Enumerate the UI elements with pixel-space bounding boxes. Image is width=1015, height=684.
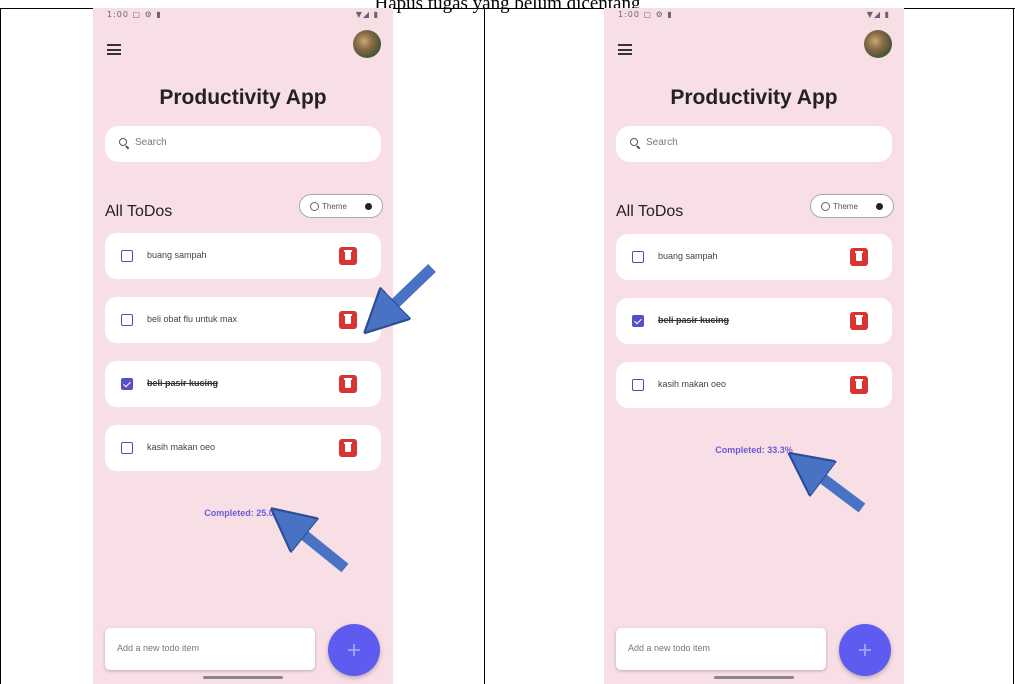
- search-icon: [630, 138, 640, 148]
- gesture-nav-handle[interactable]: [203, 676, 283, 679]
- theme-toggle-button[interactable]: Theme: [810, 194, 894, 218]
- frame-left-line: [0, 8, 1, 684]
- todo-label: beli pasir kucing: [147, 378, 219, 388]
- search-placeholder: Search: [135, 137, 167, 148]
- phone-screen-after: 1:00 ▢ ⚙ ▮ ▼◢ ▮ Productivity App Search …: [604, 8, 904, 684]
- completion-status: Completed: 25.0%: [204, 508, 282, 518]
- delete-icon[interactable]: [850, 312, 868, 330]
- delete-icon[interactable]: [339, 439, 357, 457]
- todo-label: beli pasir kucing: [658, 315, 730, 325]
- page-title: Productivity App: [159, 86, 327, 109]
- plus-icon: [859, 644, 871, 656]
- todo-label: buang sampah: [658, 251, 718, 261]
- theme-dot-icon: [876, 203, 883, 210]
- search-input[interactable]: Search: [105, 126, 381, 162]
- todo-checkbox[interactable]: [121, 378, 133, 390]
- frame-middle-line: [484, 8, 485, 684]
- theme-dot-icon: [365, 203, 372, 210]
- delete-icon[interactable]: [339, 247, 357, 265]
- status-right: ▼◢ ▮: [355, 10, 379, 19]
- section-title: All ToDos: [105, 203, 173, 220]
- comparison-figure: Hapus tugas yang belum dicentang 1:00 ▢ …: [0, 0, 1015, 684]
- theme-circle-icon: [310, 202, 319, 211]
- frame-right-line: [1013, 8, 1014, 684]
- status-left: 1:00 ▢ ⚙ ▮: [618, 10, 673, 19]
- completion-status: Completed: 33.3%: [715, 445, 793, 455]
- theme-toggle-button[interactable]: Theme: [299, 194, 383, 218]
- delete-icon[interactable]: [850, 376, 868, 394]
- todo-label: kasih makan oeo: [147, 442, 216, 452]
- add-todo-placeholder: Add a new todo item: [628, 643, 711, 653]
- phone-screen-before: 1:00 ▢ ⚙ ▮ ▼◢ ▮ Productivity App Search …: [93, 8, 393, 684]
- add-todo-button[interactable]: [839, 624, 891, 676]
- menu-icon[interactable]: [107, 44, 121, 55]
- section-title: All ToDos: [616, 203, 684, 220]
- menu-icon[interactable]: [618, 44, 632, 55]
- delete-icon[interactable]: [850, 248, 868, 266]
- gesture-nav-handle[interactable]: [714, 676, 794, 679]
- search-icon: [119, 138, 129, 148]
- delete-icon[interactable]: [339, 375, 357, 393]
- theme-circle-icon: [821, 202, 830, 211]
- todo-checkbox[interactable]: [121, 314, 133, 326]
- status-right: ▼◢ ▮: [866, 10, 890, 19]
- search-placeholder: Search: [646, 137, 678, 148]
- add-todo-input[interactable]: Add a new todo item: [616, 628, 826, 670]
- todo-item: beli obat flu untuk max: [105, 297, 381, 343]
- todo-label: beli obat flu untuk max: [147, 314, 238, 324]
- add-todo-input[interactable]: Add a new todo item: [105, 628, 315, 670]
- status-left: 1:00 ▢ ⚙ ▮: [107, 10, 162, 19]
- todo-checkbox[interactable]: [121, 250, 133, 262]
- theme-label: Theme: [322, 202, 347, 211]
- delete-icon[interactable]: [339, 311, 357, 329]
- todo-checkbox[interactable]: [121, 442, 133, 454]
- theme-label: Theme: [833, 202, 858, 211]
- add-todo-button[interactable]: [328, 624, 380, 676]
- todo-item: buang sampah: [616, 234, 892, 280]
- status-bar: 1:00 ▢ ⚙ ▮ ▼◢ ▮: [604, 8, 904, 22]
- todo-item: buang sampah: [105, 233, 381, 279]
- todo-checkbox[interactable]: [632, 251, 644, 263]
- todo-item: beli pasir kucing: [105, 361, 381, 407]
- todo-label: buang sampah: [147, 250, 207, 260]
- status-bar: 1:00 ▢ ⚙ ▮ ▼◢ ▮: [93, 8, 393, 22]
- todo-checkbox[interactable]: [632, 315, 644, 327]
- todo-label: kasih makan oeo: [658, 379, 727, 389]
- todo-item: kasih makan oeo: [105, 425, 381, 471]
- page-title: Productivity App: [670, 86, 838, 109]
- avatar[interactable]: [353, 30, 381, 58]
- todo-checkbox[interactable]: [632, 379, 644, 391]
- search-input[interactable]: Search: [616, 126, 892, 162]
- add-todo-placeholder: Add a new todo item: [117, 643, 200, 653]
- plus-icon: [348, 644, 360, 656]
- todo-item: beli pasir kucing: [616, 298, 892, 344]
- todo-item: kasih makan oeo: [616, 362, 892, 408]
- avatar[interactable]: [864, 30, 892, 58]
